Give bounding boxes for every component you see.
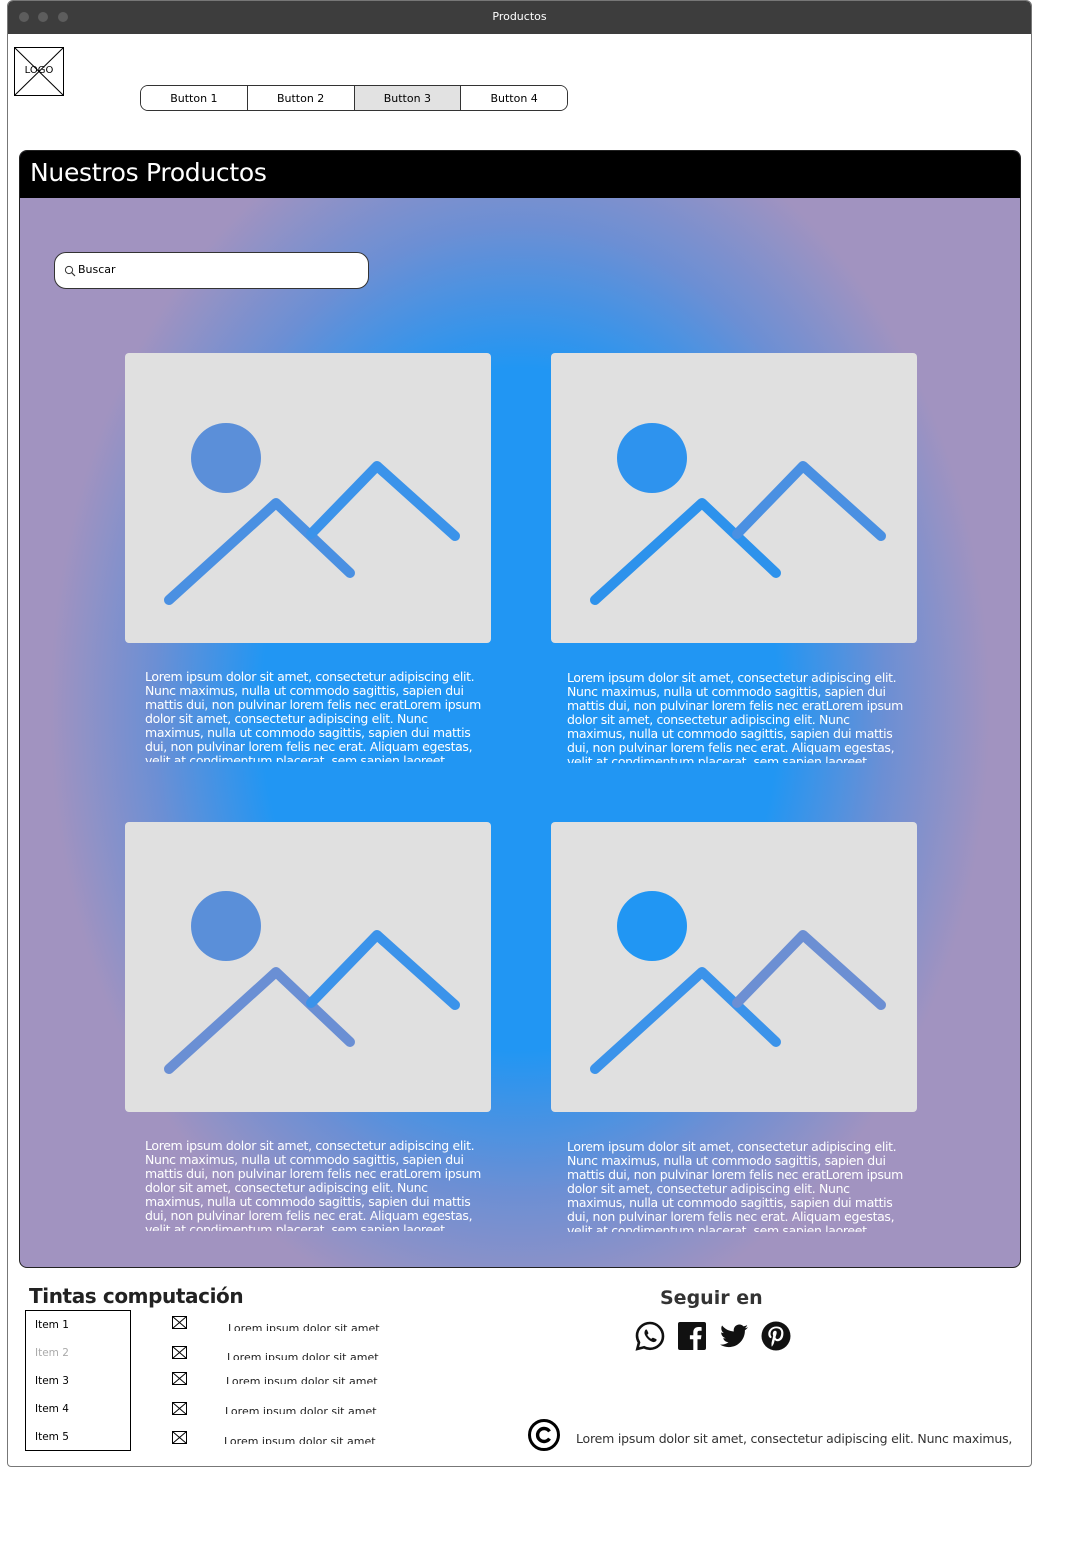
logo[interactable]: LOGO (14, 47, 64, 96)
image-placeholder-icon (164, 423, 460, 605)
image-placeholder-icon (172, 1346, 187, 1359)
nav-button-2[interactable]: Button 2 (247, 86, 355, 110)
footer-title: Tintas computación (29, 1284, 244, 1308)
copyright-text: Lorem ipsum dolor sit amet, consectetur … (576, 1431, 1013, 1446)
image-placeholder-icon (590, 423, 886, 605)
facebook-icon[interactable] (676, 1320, 708, 1352)
footer-link-2[interactable]: Lorem ipsum dolor sit amet (227, 1351, 379, 1360)
nav-button-1[interactable]: Button 1 (141, 86, 248, 110)
product-image-1[interactable] (125, 353, 491, 643)
search-input[interactable] (78, 263, 358, 276)
twitter-icon[interactable] (718, 1320, 750, 1352)
products-title: Nuestros Productos (30, 158, 267, 187)
whatsapp-icon[interactable] (634, 1320, 666, 1352)
product-description-4: Lorem ipsum dolor sit amet, consectetur … (567, 1140, 903, 1232)
list-item-2: Item 2 (35, 1347, 69, 1359)
products-header: Nuestros Productos (20, 151, 1020, 198)
image-placeholder-icon (172, 1431, 187, 1444)
nav-button-3[interactable]: Button 3 (354, 86, 462, 110)
nav-button-4[interactable]: Button 4 (461, 86, 567, 110)
product-image-4[interactable] (551, 822, 917, 1112)
copyright-icon (528, 1419, 560, 1451)
product-image-3[interactable] (125, 822, 491, 1112)
image-placeholder-icon (164, 891, 460, 1074)
product-image-2[interactable] (551, 353, 917, 643)
footer-link-4[interactable]: Lorem ipsum dolor sit amet (225, 1405, 377, 1414)
browser-window: Productos LOGO Button 1 Button 2 Button … (7, 0, 1032, 1467)
list-item-3[interactable]: Item 3 (35, 1375, 69, 1387)
products-panel: Nuestros Productos Lorem ipsum dolor sit… (19, 150, 1021, 1268)
image-placeholder-icon (172, 1372, 187, 1385)
product-description-2: Lorem ipsum dolor sit amet, consectetur … (567, 671, 903, 763)
footer-link-3[interactable]: Lorem ipsum dolor sit amet (226, 1375, 378, 1384)
nav-button-group: Button 1 Button 2 Button 3 Button 4 (140, 85, 568, 111)
window-titlebar: Productos (8, 1, 1031, 34)
search-icon (64, 265, 76, 277)
image-placeholder-icon (590, 891, 886, 1074)
pinterest-icon[interactable] (760, 1320, 792, 1352)
list-item-5[interactable]: Item 5 (35, 1431, 69, 1443)
image-placeholder-icon (172, 1316, 187, 1329)
window-title: Productos (492, 10, 547, 23)
search-box[interactable] (54, 252, 369, 289)
follow-title: Seguir en (660, 1287, 763, 1309)
footer-link-5[interactable]: Lorem ipsum dolor sit amet (224, 1435, 376, 1444)
logo-label: LOGO (24, 65, 54, 76)
product-description-3: Lorem ipsum dolor sit amet, consectetur … (145, 1139, 481, 1231)
product-description-1: Lorem ipsum dolor sit amet, consectetur … (145, 670, 481, 762)
image-placeholder-icon (172, 1402, 187, 1415)
footer-list: Item 1 Item 2 Item 3 Item 4 Item 5 (25, 1310, 131, 1451)
footer-link-1[interactable]: Lorem ipsum dolor sit amet (228, 1322, 380, 1331)
list-item-4[interactable]: Item 4 (35, 1403, 69, 1415)
list-item-1[interactable]: Item 1 (35, 1319, 69, 1331)
